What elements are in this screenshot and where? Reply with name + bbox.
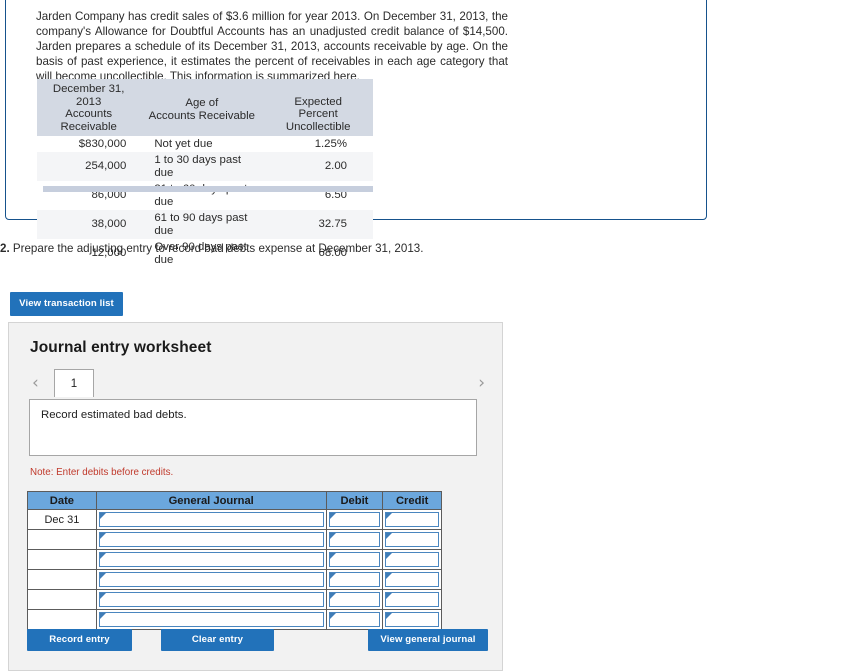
aging-schedule-table: December 31, 2013 Accounts Receivable Ag… xyxy=(37,79,373,268)
aging-percent: 2.00 xyxy=(324,160,347,173)
journal-header-general-journal: General Journal xyxy=(95,491,327,510)
journal-credit-cell[interactable] xyxy=(382,569,442,590)
journal-credit-cell[interactable] xyxy=(382,609,442,630)
table-row: 254,000 1 to 30 days past due 2.00 xyxy=(37,152,373,182)
aging-header-expected-percent: Expected Percent Uncollectible xyxy=(263,79,373,137)
journal-debit-cell[interactable] xyxy=(325,609,384,630)
journal-account-input[interactable] xyxy=(98,572,324,587)
journal-account-cell[interactable] xyxy=(95,569,327,590)
aging-header-line: Age of xyxy=(185,97,219,110)
table-row xyxy=(27,549,442,570)
journal-account-cell[interactable] xyxy=(95,609,327,630)
journal-credit-input[interactable] xyxy=(385,512,439,527)
journal-account-cell[interactable] xyxy=(95,549,327,570)
entry-description-box: Record estimated bad debts. xyxy=(29,399,477,456)
aging-header-age-of-accounts: Age of Accounts Receivable xyxy=(140,79,264,137)
journal-date-cell[interactable] xyxy=(27,529,97,550)
journal-credit-input[interactable] xyxy=(385,592,439,607)
aging-header-line: Accounts xyxy=(65,108,113,121)
journal-credit-cell[interactable] xyxy=(382,549,442,570)
table-row xyxy=(27,569,442,590)
journal-debit-input[interactable] xyxy=(328,612,381,627)
journal-debit-input[interactable] xyxy=(328,552,381,567)
part2-number: 2. xyxy=(0,242,10,255)
tab-page-1[interactable]: 1 xyxy=(54,369,94,397)
clear-entry-button[interactable]: Clear entry xyxy=(161,629,274,651)
aging-header-line: Percent xyxy=(298,108,338,121)
journal-date-cell[interactable] xyxy=(27,609,97,630)
journal-header-date: Date xyxy=(27,491,97,510)
journal-debit-input[interactable] xyxy=(328,512,381,527)
journal-account-cell[interactable] xyxy=(95,589,327,610)
journal-date-cell[interactable] xyxy=(27,549,97,570)
table-row xyxy=(27,609,442,630)
journal-account-input[interactable] xyxy=(98,512,324,527)
journal-account-cell[interactable] xyxy=(95,529,327,550)
table-row: Dec 31 xyxy=(27,509,442,530)
journal-credit-input[interactable] xyxy=(385,552,439,567)
aging-header-line: Uncollectible xyxy=(285,120,351,133)
journal-credit-input[interactable] xyxy=(385,612,439,627)
journal-entry-table: Date General Journal Debit Credit Dec 31 xyxy=(27,491,442,630)
aging-header-line: Receivable xyxy=(60,120,117,133)
aging-amount: $830,000 xyxy=(78,137,127,150)
journal-account-input[interactable] xyxy=(98,552,324,567)
journal-credit-cell[interactable] xyxy=(382,509,442,530)
journal-debit-input[interactable] xyxy=(328,532,381,547)
aging-header-line: Accounts Receivable xyxy=(148,109,255,122)
aging-amount: 254,000 xyxy=(85,160,127,173)
journal-header-credit: Credit xyxy=(382,491,442,510)
part2-text: Prepare the adjusting entry to record ba… xyxy=(9,242,424,255)
part2-prompt: 2. Prepare the adjusting entry to record… xyxy=(0,242,423,255)
journal-debit-cell[interactable] xyxy=(325,589,384,610)
journal-header-row: Date General Journal Debit Credit xyxy=(27,491,442,510)
journal-debit-input[interactable] xyxy=(328,592,381,607)
aging-header-line: December 31, 2013 xyxy=(52,83,125,108)
debits-before-credits-note: Note: Enter debits before credits. xyxy=(30,467,174,478)
table-row: 38,000 61 to 90 days past due 32.75 xyxy=(37,210,373,240)
journal-credit-input[interactable] xyxy=(385,532,439,547)
aging-age: Not yet due xyxy=(154,137,213,150)
journal-date-cell[interactable] xyxy=(27,589,97,610)
aging-age: 1 to 30 days past due xyxy=(154,153,242,179)
journal-credit-cell[interactable] xyxy=(382,589,442,610)
journal-debit-cell[interactable] xyxy=(325,529,384,550)
journal-date-cell[interactable]: Dec 31 xyxy=(27,509,97,530)
table-row xyxy=(27,529,442,550)
table-row: $830,000 Not yet due 1.25% xyxy=(37,136,373,152)
journal-account-input[interactable] xyxy=(98,532,324,547)
worksheet-title: Journal entry worksheet xyxy=(30,339,212,356)
aging-header-line: Expected xyxy=(294,95,342,108)
journal-credit-input[interactable] xyxy=(385,572,439,587)
aging-age: 61 to 90 days past due xyxy=(154,211,248,237)
journal-table-body: Dec 31 xyxy=(27,509,442,630)
chevron-right-icon[interactable]: › xyxy=(478,373,485,393)
record-entry-button[interactable]: Record entry xyxy=(27,629,132,651)
worksheet-tab-strip: ‹ 1 › xyxy=(27,369,487,399)
view-transaction-list-button[interactable]: View transaction list xyxy=(10,292,123,316)
journal-debit-cell[interactable] xyxy=(325,569,384,590)
journal-date-cell[interactable] xyxy=(27,569,97,590)
chevron-left-icon[interactable]: ‹ xyxy=(32,373,39,393)
journal-account-cell[interactable] xyxy=(95,509,327,530)
aging-percent: 32.75 xyxy=(318,218,347,231)
aging-table-footer-bar xyxy=(43,186,373,192)
question-panel: Jarden Company has credit sales of $3.6 … xyxy=(5,0,707,266)
question-paragraph: Jarden Company has credit sales of $3.6 … xyxy=(36,10,508,84)
aging-header-accounts-receivable: December 31, 2013 Accounts Receivable xyxy=(37,79,141,137)
view-general-journal-button[interactable]: View general journal xyxy=(368,629,488,651)
journal-credit-cell[interactable] xyxy=(382,529,442,550)
journal-account-input[interactable] xyxy=(98,592,324,607)
journal-debit-cell[interactable] xyxy=(325,549,384,570)
aging-amount: 38,000 xyxy=(91,218,127,231)
journal-entry-worksheet-panel: Journal entry worksheet ‹ 1 › Record est… xyxy=(8,322,503,671)
journal-debit-cell[interactable] xyxy=(325,509,384,530)
aging-table-header-row: December 31, 2013 Accounts Receivable Ag… xyxy=(37,79,373,137)
journal-debit-input[interactable] xyxy=(328,572,381,587)
journal-account-input[interactable] xyxy=(98,612,324,627)
journal-header-debit: Debit xyxy=(325,491,384,510)
table-row xyxy=(27,589,442,610)
aging-percent: 1.25% xyxy=(314,137,347,150)
